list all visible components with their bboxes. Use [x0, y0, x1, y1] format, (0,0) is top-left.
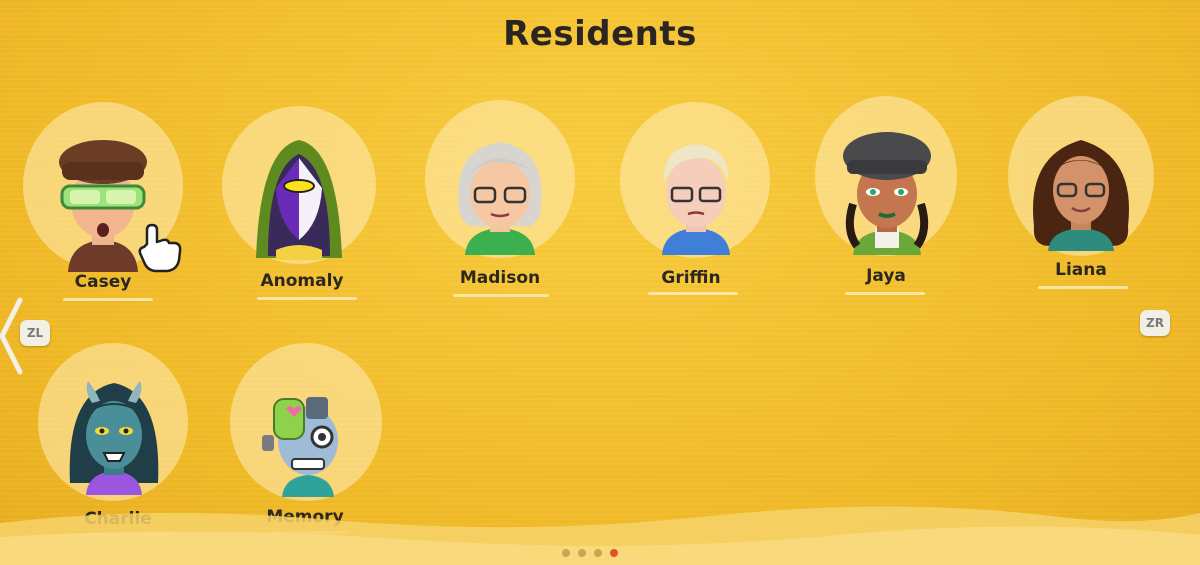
resident-name: Madison	[459, 268, 541, 288]
liana-avatar	[1032, 140, 1130, 251]
resident-card-casey[interactable]: Casey	[23, 102, 193, 302]
page-dot-2[interactable]	[578, 549, 586, 557]
jaya-avatar	[843, 132, 931, 255]
page-dot-1[interactable]	[562, 549, 570, 557]
page-title: Residents	[503, 14, 697, 54]
resident-card-jaya[interactable]: Jaya	[815, 96, 985, 296]
page-dot-4-active[interactable]	[610, 549, 618, 557]
resident-name: Jaya	[866, 266, 906, 286]
griffin-avatar	[662, 144, 730, 255]
hand-cursor-icon	[138, 223, 182, 273]
pagination-dots	[562, 549, 618, 557]
madison-avatar	[458, 142, 542, 255]
memory-avatar	[262, 397, 338, 497]
page-dot-3[interactable]	[594, 549, 602, 557]
resident-card-griffin[interactable]: Griffin	[620, 102, 790, 302]
resident-name: Liana	[1055, 260, 1107, 280]
resident-card-madison[interactable]: Madison	[425, 100, 595, 300]
zr-button[interactable]: ZR	[1140, 310, 1170, 336]
resident-name: Griffin	[661, 268, 721, 288]
resident-card-liana[interactable]: Liana	[1008, 96, 1178, 296]
anomaly-avatar	[256, 140, 342, 260]
resident-name: Casey	[74, 272, 132, 292]
charlie-avatar	[69, 381, 159, 495]
resident-name: Anomaly	[260, 271, 344, 291]
resident-card-anomaly[interactable]: Anomaly	[222, 106, 392, 306]
